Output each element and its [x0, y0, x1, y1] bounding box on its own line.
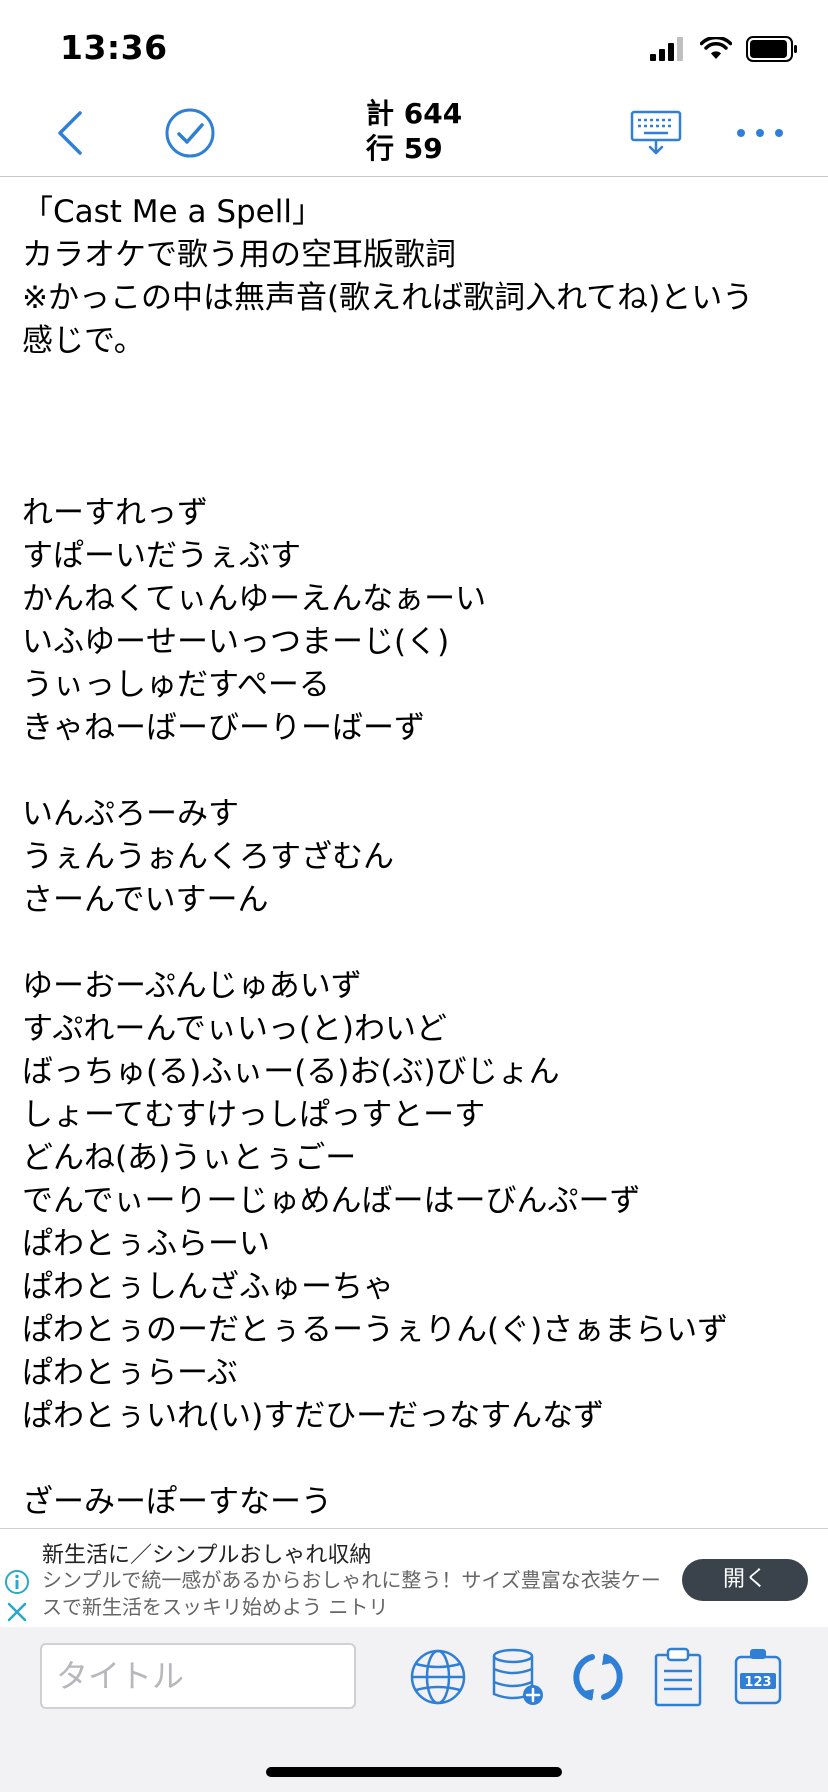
editor-line: うぇんうぉんくろすざむん: [22, 839, 394, 875]
wifi-icon: [700, 37, 732, 59]
editor-line: すぷれーんでぃいっ(と)わいど: [22, 1011, 448, 1047]
ad-open-button[interactable]: 開く: [682, 1559, 808, 1601]
database-add-icon: [492, 1648, 543, 1705]
bottom-toolbar: 123: [0, 1627, 828, 1792]
done-button[interactable]: [160, 90, 220, 176]
ad-banner[interactable]: 新生活に／シンプルおしゃれ収納 シンプルで統一感があるからおしゃれに整う！サイズ…: [0, 1528, 828, 1627]
keyboard-hide-icon: [630, 110, 682, 155]
editor-line: [22, 449, 828, 492]
editor-line: ざーみーぽーすなーう: [22, 1484, 332, 1520]
status-bar: 13:36: [0, 0, 828, 90]
editor-line: ぱわとぅらーぶ: [22, 1355, 238, 1391]
web-button[interactable]: [406, 1645, 470, 1709]
total-count: 計 644: [366, 97, 463, 130]
close-icon[interactable]: [6, 1601, 28, 1623]
editor-line: いふゆーせーいっつまーじ(く): [22, 624, 450, 660]
battery-icon: [746, 36, 797, 62]
globe-icon: [410, 1649, 466, 1705]
editor-line: どんね(あ)うぃとぅごー: [22, 1140, 357, 1176]
counter-label: 123: [744, 1675, 771, 1690]
editor-line: ぱわとぅふらーい: [22, 1226, 270, 1262]
editor-line: 「Cast Me a Spell」: [22, 194, 323, 230]
hide-keyboard-button[interactable]: [626, 90, 686, 176]
editor-line: [22, 363, 828, 406]
save-to-db-button[interactable]: [486, 1645, 550, 1709]
clipboard-icon: [654, 1647, 702, 1707]
ad-title: 新生活に／シンプルおしゃれ収納: [42, 1543, 372, 1568]
editor-line: でんでぃーりーじゅめんばーはーびんぷーず: [22, 1183, 641, 1219]
check-circle-icon: [165, 108, 215, 158]
editor-line: カラオケで歌う用の空耳版歌詞: [22, 237, 456, 273]
status-icons: [650, 34, 798, 64]
line-count: 行 59: [366, 132, 443, 165]
editor-line: [22, 750, 828, 793]
editor-line: きゃねーばーびーりーばーず: [22, 710, 425, 746]
home-indicator[interactable]: [266, 1767, 562, 1777]
info-icon[interactable]: [4, 1569, 30, 1595]
editor-line: [22, 1438, 828, 1481]
editor-line: しょーてむすけっしぱっすとーす: [22, 1097, 486, 1133]
editor-line: すぱーいだうぇぶす: [22, 538, 301, 574]
editor-line: 感じで。: [22, 323, 145, 359]
title-input[interactable]: [40, 1643, 356, 1709]
editor-line: うぃっしゅだすぺーる: [22, 667, 330, 703]
sync-icon: [573, 1653, 623, 1701]
chevron-left-icon: [58, 111, 82, 155]
ad-description: シンプルで統一感があるからおしゃれに整う！サイズ豊富な衣装ケースで新生活をスッキ…: [42, 1568, 661, 1619]
editor-line: かんねくてぃんゆーえんなぁーい: [22, 581, 487, 617]
text-editor[interactable]: 「Cast Me a Spell」カラオケで歌う用の空耳版歌詞 ※かっこの中は無声…: [0, 177, 828, 1527]
counter-123-icon: 123: [734, 1649, 782, 1705]
editor-lines: 「Cast Me a Spell」カラオケで歌う用の空耳版歌詞 ※かっこの中は無声…: [0, 177, 828, 1524]
editor-line: ※かっこの中は無声音(歌えれば歌詞入れてね)という: [22, 280, 754, 316]
sync-button[interactable]: [566, 1645, 630, 1709]
status-time: 13:36: [60, 28, 168, 67]
counter-button[interactable]: 123: [726, 1645, 790, 1709]
editor-line: れーすれっず: [22, 495, 208, 531]
more-icon: [737, 129, 783, 137]
signal-icon: [650, 37, 683, 61]
editor-line: ぱわとぅしんざふゅーちゃ: [22, 1269, 394, 1305]
editor-line: ばっちゅ(る)ふぃー(る)お(ぶ)びじょん: [22, 1054, 560, 1090]
editor-line: ぱわとぅのーだとぅるーうぇりん(ぐ)さぁまらいず: [22, 1312, 729, 1348]
editor-line: ぱわとぅいれ(い)すだひーだっなすんなず: [22, 1398, 605, 1434]
editor-line: さーんでいすーん: [22, 882, 269, 918]
clipboard-button[interactable]: [646, 1645, 710, 1709]
editor-line: ゆーおーぷんじゅあいず: [22, 968, 362, 1004]
more-button[interactable]: [730, 90, 790, 176]
nav-bar: 計 644 行 59: [0, 90, 828, 177]
editor-line: いんぷろーみす: [22, 796, 239, 832]
editor-line: [22, 406, 828, 449]
back-button[interactable]: [40, 90, 100, 176]
char-line-counts: 計 644 行 59: [366, 96, 462, 166]
editor-line: [22, 922, 828, 965]
